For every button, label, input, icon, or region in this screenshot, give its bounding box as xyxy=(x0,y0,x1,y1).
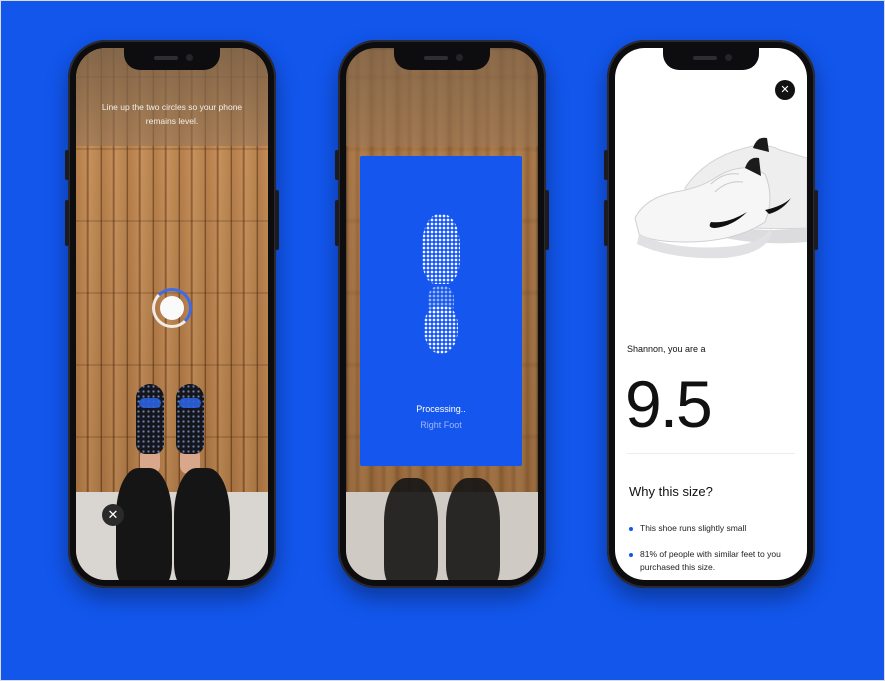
close-icon[interactable]: ✕ xyxy=(775,80,795,100)
sneaker-product-image xyxy=(615,118,807,268)
section-divider xyxy=(627,453,795,454)
processing-card: Processing.. Right Foot xyxy=(360,156,522,466)
bullet-dot-icon xyxy=(629,552,633,557)
phone-screen-result: ✕ Shannon, you are a 9.5 Why this size? … xyxy=(615,48,807,580)
phone-screen-processing: Processing.. Right Foot xyxy=(346,48,538,580)
greeting-text: Shannon, you are a xyxy=(627,344,706,354)
phone-screen-scan: Line up the two circles so your phone re… xyxy=(76,48,268,580)
phone-level-scan: Line up the two circles so your phone re… xyxy=(65,40,279,588)
level-target-dot xyxy=(160,296,184,320)
bullet-dot-icon xyxy=(629,526,633,531)
close-icon[interactable]: ✕ xyxy=(102,504,124,526)
right-leg xyxy=(174,468,230,580)
phone-processing: Processing.. Right Foot xyxy=(335,40,549,588)
phone-result: ✕ Shannon, you are a 9.5 Why this size? … xyxy=(604,40,818,588)
left-leg xyxy=(116,468,172,580)
left-foot xyxy=(136,384,164,454)
right-foot xyxy=(176,384,204,454)
reason-item: 81% of people with similar feet to you p… xyxy=(629,548,797,574)
foot-scan-heel-heatmap xyxy=(424,306,458,354)
sneaker-illustration xyxy=(634,137,807,259)
reason-item: This shoe runs slightly small xyxy=(629,522,795,535)
processing-foot-label: Right Foot xyxy=(420,420,462,430)
level-instruction-text: Line up the two circles so your phone re… xyxy=(101,102,243,126)
processing-status: Processing.. xyxy=(416,404,466,414)
floor-baseboard xyxy=(76,492,268,580)
recommended-size: 9.5 xyxy=(625,367,713,441)
foot-scan-toe-heatmap xyxy=(422,214,460,284)
why-size-heading: Why this size? xyxy=(629,484,713,499)
